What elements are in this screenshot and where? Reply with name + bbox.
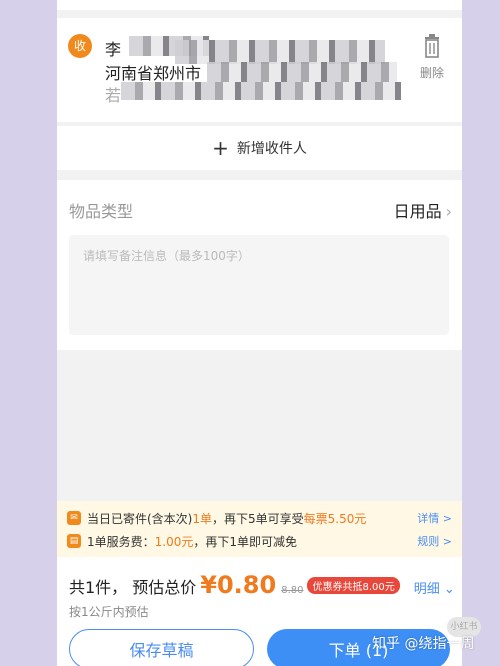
ticket-icon: ✉ [67,511,81,525]
add-receiver-button[interactable]: + 新增收件人 [57,126,462,170]
receiver-address: 河南省郑州市 [105,64,202,83]
delete-label: 删除 [419,66,444,80]
redacted-address [207,62,397,82]
add-receiver-label: 新增收件人 [236,141,307,157]
notice-count: 1单 [192,511,213,526]
details-link[interactable]: 详情 > [417,510,452,526]
receiver-card[interactable]: 收 李 河南省郑州市 若 删除 [57,18,462,122]
notice-row-fee: ▤ 1单服务费： 1.00元 ，再下1单即可减免 规则 > [67,531,452,551]
goods-section: 物品类型 日用品 › 请填写备注信息（最多100字） [57,180,462,350]
notice-text: 当日已寄件(含本次) [87,511,193,526]
redacted-phone [175,40,385,64]
notice-mid: ，再下5单可享受 [212,511,304,526]
remark-input[interactable]: 请填写备注信息（最多100字） [69,235,449,335]
top-card-edge [57,0,462,10]
goods-type-value: 日用品 [393,202,442,221]
coupon-badge: 优惠券共抵8.00元 [307,577,400,594]
zhihu-watermark: 知乎 @绕指一周 [372,636,475,652]
weight-note: 按1公斤内预估 [69,605,149,619]
delete-button[interactable]: 删除 [420,34,444,81]
receiver-badge: 收 [68,34,92,58]
chevron-down-icon: ⌄ [443,582,455,597]
fee-rest: ，再下1单即可减免 [193,534,298,549]
count-label: 共1件， 预估总价 [69,578,197,597]
notice-bar: ✉ 当日已寄件(含本次) 1单 ，再下5单可享受 每票5.50元 详情 > ▤ … [57,501,462,557]
notice-highlight: 每票5.50元 [303,511,367,526]
original-price: 8.80 [281,585,304,596]
receipt-icon: ▤ [67,534,81,548]
save-draft-button[interactable]: 保存草稿 [69,629,254,666]
plus-icon: + [212,136,229,160]
fee-text: 1单服务费： [87,534,155,549]
trash-icon [424,34,439,58]
redacted-detail [121,82,401,100]
receiver-name: 李 [105,40,122,59]
estimated-price: ¥0.80 [200,571,277,599]
detail-toggle[interactable]: 明细 ⌄ [414,578,455,597]
notice-row-discount: ✉ 当日已寄件(含本次) 1单 ，再下5单可享受 每票5.50元 详情 > [67,508,452,528]
goods-type-label: 物品类型 [69,202,134,221]
fee-amount: 1.00元 [154,534,194,549]
app-screen: 收 李 河南省郑州市 若 删除 + 新增收件人 物品类型 日用品 › 请填写备注信… [57,0,462,666]
receiver-detail-prefix: 若 [105,86,122,105]
goods-type-selector[interactable]: 日用品 › [394,198,452,222]
rules-link[interactable]: 规则 > [417,533,452,549]
total-row: 共1件， 预估总价 ¥0.80 8.80 优惠券共抵8.00元 明细 ⌄ [69,571,455,599]
detail-label: 明细 [413,582,440,597]
chevron-right-icon: › [445,202,452,221]
